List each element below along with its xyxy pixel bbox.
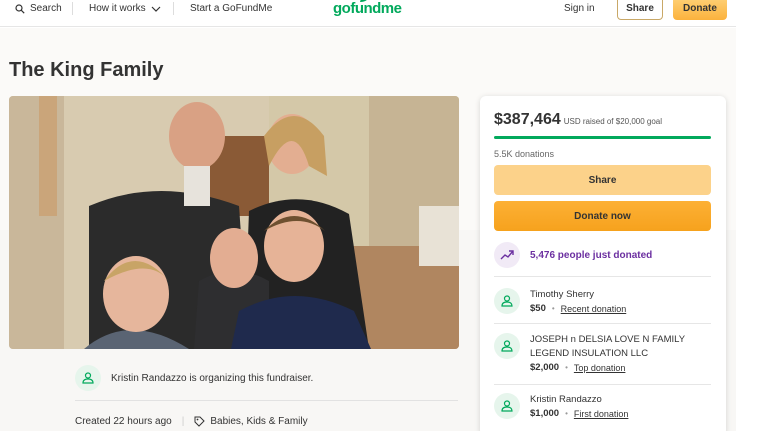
tag-icon (194, 416, 206, 427)
user-heart-icon (494, 288, 520, 314)
meta-separator: | (181, 416, 185, 427)
campaign-meta: Created 22 hours ago | Babies, Kids & Fa… (75, 416, 308, 427)
logo-leaf-icon (360, 0, 367, 2)
search-icon (15, 3, 25, 14)
user-heart-icon (494, 393, 520, 419)
page-background-right (736, 0, 768, 431)
organizer-row: Kristin Randazzo is organizing this fund… (75, 365, 313, 391)
divider (494, 384, 711, 385)
donation-type-link[interactable]: Recent donation (561, 302, 627, 316)
start-gofundme-label: Start a GoFundMe (190, 3, 273, 14)
raised-goal: USD raised of $20,000 goal (563, 117, 663, 126)
raised-amount: $387,464 (494, 111, 561, 128)
donor-amount: $2,000 (530, 362, 560, 373)
nav-divider (173, 2, 174, 15)
donor-name: JOSEPH n DELSIA LOVE N FAMILY LEGEND INS… (530, 334, 685, 359)
user-heart-icon (75, 365, 101, 391)
donation-type-link[interactable]: First donation (574, 407, 629, 421)
donations-count: 5.5K donations (494, 149, 555, 159)
divider (75, 400, 458, 401)
donor-amount: $1,000 (530, 408, 560, 419)
search-link[interactable]: Search (15, 3, 62, 14)
donor-name: Timothy Sherry (530, 289, 595, 300)
trend-up-icon (494, 242, 520, 268)
donate-now-button[interactable]: Donate now (494, 201, 711, 231)
share-button-header[interactable]: Share (617, 0, 663, 20)
family-photo-image (9, 96, 459, 349)
donation-type-link[interactable]: Top donation (574, 361, 626, 375)
donate-button-header[interactable]: Donate (673, 0, 727, 20)
donor-item: JOSEPH n DELSIA LOVE N FAMILY LEGEND INS… (494, 333, 700, 375)
donor-amount: $50 (530, 303, 546, 314)
share-button[interactable]: Share (494, 165, 711, 195)
how-it-works-label: How it works (89, 3, 146, 14)
nav-divider (72, 2, 73, 15)
donor-item: Kristin Randazzo $1,000 • First donation (494, 393, 700, 421)
top-nav: Search How it works Start a GoFundMe gof… (0, 0, 736, 27)
organizer-text: Kristin Randazzo is organizing this fund… (111, 372, 314, 384)
category-label: Babies, Kids & Family (210, 416, 308, 427)
progress-bar (494, 136, 711, 139)
separator-dot: • (551, 304, 555, 313)
separator-dot: • (565, 409, 568, 418)
donor-name: Kristin Randazzo (530, 394, 602, 405)
progress-fill (494, 136, 711, 139)
sign-in-label: Sign in (564, 3, 595, 14)
campaign-title: The King Family (9, 59, 164, 81)
donation-trend: 5,476 people just donated (494, 242, 652, 268)
separator-dot: • (565, 363, 568, 372)
created-text: Created 22 hours ago (75, 416, 172, 427)
how-it-works-menu[interactable]: How it works (89, 3, 161, 14)
divider (494, 276, 711, 277)
donor-item: Timothy Sherry $50 • Recent donation (494, 288, 700, 316)
trend-text: 5,476 people just donated (530, 249, 653, 261)
chevron-down-icon (151, 6, 161, 12)
category-link[interactable]: Babies, Kids & Family (194, 416, 308, 427)
donation-card: $387,464 USD raised of $20,000 goal 5.5K… (480, 96, 726, 431)
search-label: Search (30, 3, 62, 14)
sign-in-link[interactable]: Sign in (564, 3, 595, 14)
raised-summary: $387,464 USD raised of $20,000 goal (494, 111, 662, 129)
start-gofundme-link[interactable]: Start a GoFundMe (190, 3, 272, 14)
divider (494, 323, 711, 324)
campaign-photo[interactable] (9, 96, 459, 349)
user-heart-icon (494, 333, 520, 359)
